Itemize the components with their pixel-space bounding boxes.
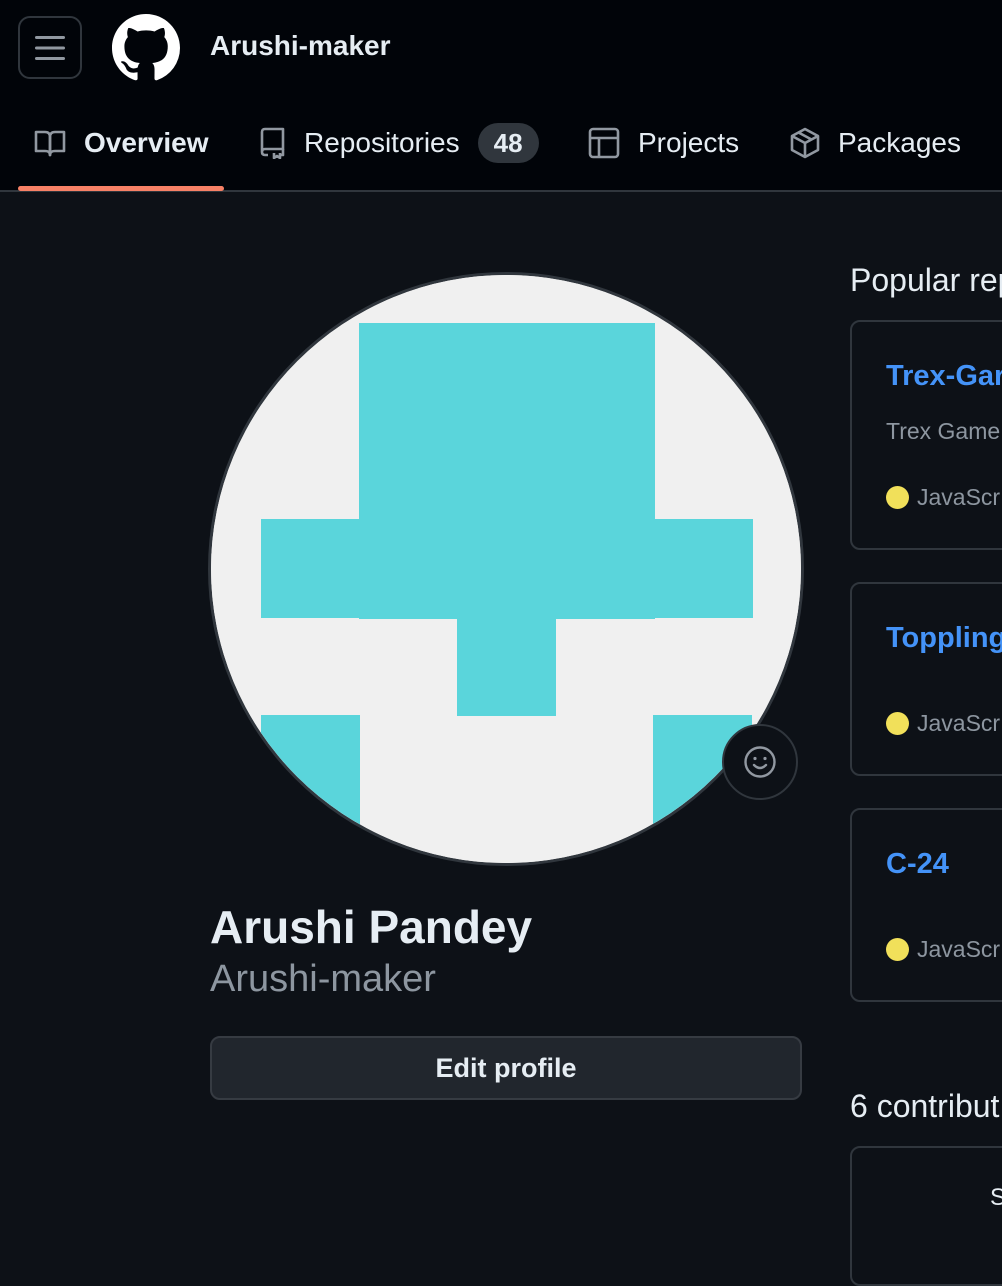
active-tab-indicator [18,186,224,191]
repo-card: Toppling JavaScr [850,582,1002,776]
tab-repositories-label: Repositories [304,127,460,158]
profile-tab-nav: Overview Repositories 48 Projects Packag… [0,96,1002,192]
contribution-graph-card: S [850,1146,1002,1286]
package-icon [790,127,820,159]
repo-link[interactable]: Toppling [886,622,1002,655]
repo-language-label: JavaScr [917,936,1001,962]
edit-profile-button[interactable]: Edit profile [210,1036,802,1100]
hamburger-icon [35,35,65,60]
repo-language: JavaScr [886,710,1000,737]
popular-repos-heading: Popular rep [850,262,1002,298]
top-bar: Arushi-maker [0,0,1002,96]
repo-card: Trex-Gar Trex Game JavaScr [850,320,1002,550]
repo-language-label: JavaScr [917,484,1001,510]
contributions-heading: 6 contribut [850,1088,1000,1124]
repo-language: JavaScr [886,936,1000,963]
profile-full-name: Arushi Pandey [210,901,533,953]
repo-description: Trex Game [886,418,1001,444]
book-icon [34,130,66,157]
smiley-icon [744,746,776,778]
tab-projects[interactable]: Projects [588,96,739,190]
repo-link[interactable]: Trex-Gar [886,360,1002,393]
set-status-button[interactable] [722,724,798,800]
repo-language: JavaScr [886,484,1000,511]
table-icon [588,127,620,159]
header-username[interactable]: Arushi-maker [210,30,391,62]
contribution-graph-label: S [990,1184,1002,1211]
identicon-image [211,275,801,863]
tab-overview[interactable]: Overview [34,96,209,190]
repo-link[interactable]: C-24 [886,848,949,881]
repositories-count-badge: 48 [477,123,539,163]
language-color-dot [886,486,909,509]
repo-icon [260,127,285,159]
tab-overview-label: Overview [84,127,209,158]
language-color-dot [886,712,909,735]
github-mark-icon[interactable] [112,14,180,82]
tab-repositories[interactable]: Repositories 48 [258,96,539,190]
language-color-dot [886,938,909,961]
tab-projects-label: Projects [638,127,740,158]
repo-card: C-24 JavaScr [850,808,1002,1002]
tab-packages[interactable]: Packages [790,96,961,190]
tab-packages-label: Packages [838,127,961,158]
avatar[interactable] [208,272,804,866]
repo-language-label: JavaScr [917,710,1001,736]
menu-button[interactable] [18,16,82,79]
profile-login: Arushi-maker [210,958,436,1000]
